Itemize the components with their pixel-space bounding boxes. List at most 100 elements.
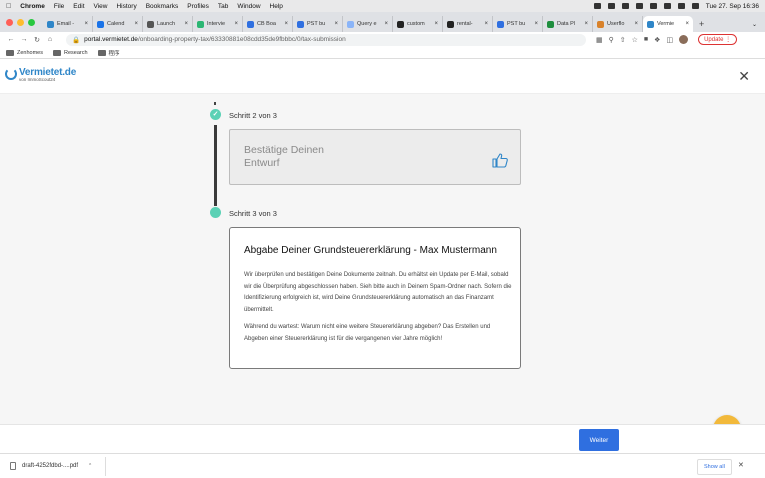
browser-tab[interactable]: Userflo × [593,16,643,32]
bookmark-research[interactable]: Research [53,49,88,56]
tab-close-icon[interactable]: × [184,21,188,27]
tab-favicon-icon [97,20,104,28]
status-icon[interactable] [621,3,629,9]
browser-tab[interactable]: Data Pl × [543,16,593,32]
bookmark-zenhomes[interactable]: Zenhomes [6,49,43,56]
browser-tab[interactable]: PST bu × [293,16,343,32]
step2-card-line2: Entwurf [244,157,280,169]
browser-tab[interactable]: Email - × [43,16,93,32]
lock-icon[interactable]: 🔒 [72,36,80,44]
macos-menubar:  Chrome File Edit View History Bookmark… [0,0,765,12]
folder-icon [97,49,106,56]
step3-card: Abgabe Deiner Grundsteuererklärung - Max… [229,227,521,369]
tab-close-icon[interactable]: × [484,21,488,27]
menu-edit[interactable]: Edit [73,3,84,10]
puzzle-icon[interactable]: ❖ [654,36,660,44]
close-icon[interactable]: ✕ [738,461,744,469]
tab-favicon-icon [497,20,504,28]
tab-close-icon[interactable]: × [584,21,588,27]
bookmark-label: Zenhomes [17,49,43,56]
menu-file[interactable]: File [54,3,64,10]
download-filename: draft-4252fdbd-....pdf [22,463,79,469]
close-icon[interactable]: ✕ [738,69,750,83]
status-icon[interactable] [663,3,671,9]
update-button[interactable]: Update ⋮ [698,34,738,45]
browser-tab[interactable]: Query e × [343,16,393,32]
browser-tab[interactable]: Calend × [93,16,143,32]
show-all-button[interactable]: Show all [697,459,732,475]
apple-icon[interactable]:  [6,3,11,10]
forward-icon[interactable]: → [19,36,29,43]
browser-tab[interactable]: Launch × [143,16,193,32]
menu-window[interactable]: Window [237,3,260,10]
wifi-icon[interactable] [677,3,685,9]
sidepanel-icon[interactable]: ◫ [666,36,673,44]
menu-view[interactable]: View [94,3,108,10]
avatar[interactable] [679,35,689,44]
minimize-window-button[interactable] [17,18,24,26]
tab-favicon-icon [197,20,204,28]
tab-close-icon[interactable]: × [134,21,138,27]
pdf-file-icon [10,462,16,470]
browser-toolbar: ← → ↻ ⌂ 🔒 portal.vermietet.de/onboarding… [0,32,765,47]
tab-close-icon[interactable]: × [384,21,388,27]
browser-tab[interactable]: CB Boa × [243,16,293,32]
tab-close-icon[interactable]: × [685,21,689,27]
back-icon[interactable]: ← [6,36,16,43]
menu-history[interactable]: History [116,3,136,10]
tab-close-icon[interactable]: × [284,21,288,27]
tab-favicon-icon [447,20,454,28]
status-icon[interactable] [649,3,657,9]
reload-icon[interactable]: ↻ [32,36,42,44]
tab-close-icon[interactable]: × [634,21,638,27]
tab-close-icon[interactable]: × [334,21,338,27]
folder-icon [6,49,14,56]
tab-title: custom [407,21,425,27]
tab-close-icon[interactable]: × [234,21,238,27]
extension-icon[interactable]: ■ [644,36,648,43]
vermietet-logo[interactable]: Vermietet.de von ImmoScout24 [5,67,76,82]
chevron-up-icon[interactable]: ⌃ [88,463,92,469]
tab-close-icon[interactable]: × [534,21,538,27]
bookmark-star-icon[interactable]: ☆ [632,36,638,44]
menu-help[interactable]: Help [270,3,283,10]
tab-search-icon[interactable]: ⌄ [752,16,757,32]
browser-tab[interactable]: Intervie × [193,16,243,32]
tab-title: PST bu [307,21,326,27]
tab-title: CB Boa [257,21,276,27]
address-bar[interactable]: 🔒 portal.vermietet.de/onboarding-propert… [66,33,586,46]
home-icon[interactable]: ⌂ [45,36,55,43]
tab-favicon-icon [247,20,254,28]
menu-profiles[interactable]: Profiles [187,3,209,10]
bookmark-programs[interactable]: 程序 [97,49,120,57]
download-item[interactable]: draft-4252fdbd-....pdf ⌃ [10,456,106,476]
menu-app[interactable]: Chrome [20,3,45,10]
url-host: portal.vermietet.de [84,36,138,43]
zoom-window-button[interactable] [28,18,35,26]
browser-tab[interactable]: rental- × [443,16,493,32]
status-icon[interactable] [593,3,601,9]
tab-title: Query e [357,21,377,27]
browser-tab[interactable]: Vermie × [643,16,693,32]
translate-icon[interactable]: ▦ [596,36,603,44]
menu-bookmarks[interactable]: Bookmarks [146,3,179,10]
browser-tab[interactable]: custom × [393,16,443,32]
battery-icon[interactable] [691,3,699,9]
step2-card: Bestätige Deinen Entwurf [229,129,521,185]
close-window-button[interactable] [6,18,13,26]
tab-favicon-icon [147,20,154,28]
status-icon[interactable] [635,3,643,9]
tab-title: Email - [57,21,75,27]
status-icon[interactable] [607,3,615,9]
tab-close-icon[interactable]: × [434,21,438,27]
bookmarks-bar: Zenhomes Research 程序 [0,47,765,59]
share-icon[interactable]: ⇧ [620,36,626,44]
browser-tab[interactable]: PST bu × [493,16,543,32]
menu-tab[interactable]: Tab [218,3,228,10]
clock[interactable]: Tue 27. Sep 16:36 [706,3,759,10]
step2-card-line1: Bestätige Deinen [244,144,324,156]
new-tab-button[interactable]: + [699,16,704,32]
location-icon[interactable]: ⚲ [609,36,614,44]
next-button[interactable]: Weiter [579,429,619,451]
tab-close-icon[interactable]: × [84,21,88,27]
